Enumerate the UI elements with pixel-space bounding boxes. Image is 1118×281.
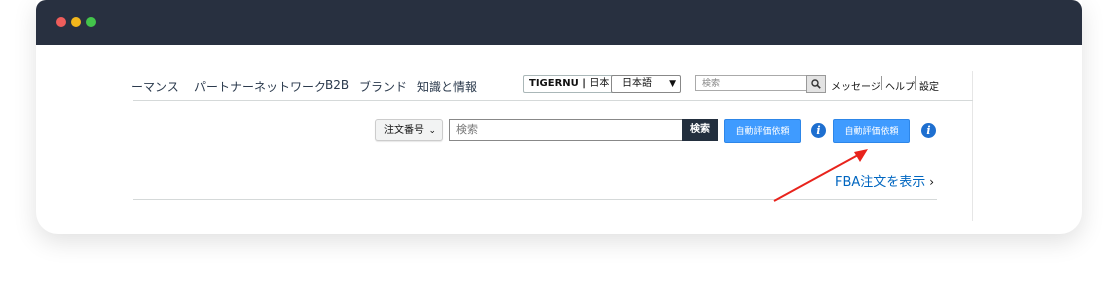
auto-review-request-button-2[interactable]: 自動評価依頼 xyxy=(833,119,910,143)
order-search-input[interactable]: 検索 xyxy=(449,119,683,141)
region-name: 日本 xyxy=(589,78,610,89)
nav-item-performance[interactable]: ーマンス xyxy=(131,78,179,95)
nav-item-b2b[interactable]: B2B xyxy=(325,78,349,92)
browser-window: ーマンス パートナーネットワーク B2B ブランド 知識と情報 TIGERNU … xyxy=(36,0,1082,234)
view-fba-orders-link[interactable]: FBA注文を表示 › xyxy=(835,171,934,190)
info-icon[interactable]: i xyxy=(921,123,936,138)
info-icon[interactable]: i xyxy=(811,123,826,138)
utility-separator xyxy=(881,76,882,90)
order-search-button[interactable]: 検索 xyxy=(682,119,718,141)
chevron-down-icon: ▼ xyxy=(669,79,676,89)
minimize-window-dot[interactable] xyxy=(71,17,81,27)
content-divider xyxy=(133,199,937,200)
top-search-button[interactable] xyxy=(806,75,826,93)
top-search-input[interactable]: 検索 xyxy=(695,75,807,91)
store-name: TIGERNU xyxy=(529,78,579,89)
search-icon xyxy=(811,79,821,89)
order-select-value: 注文番号 xyxy=(384,125,424,136)
help-link[interactable]: ヘルプ xyxy=(885,78,915,93)
messages-link[interactable]: メッセージ xyxy=(831,78,881,93)
nav-item-brand[interactable]: ブランド xyxy=(359,78,407,95)
store-region-selector[interactable]: TIGERNU | 日本 xyxy=(523,75,616,93)
maximize-window-dot[interactable] xyxy=(86,17,96,27)
auto-review-request-button-1[interactable]: 自動評価依頼 xyxy=(724,119,801,143)
order-search-type-select[interactable]: 注文番号 ⌄ xyxy=(375,119,443,141)
nav-divider xyxy=(133,100,973,101)
page-right-border xyxy=(972,71,973,221)
nav-item-knowledge[interactable]: 知識と情報 xyxy=(417,78,477,95)
fba-link-label: FBA注文を表示 xyxy=(835,175,926,190)
settings-link[interactable]: 設定 xyxy=(919,78,939,93)
nav-item-partner-network[interactable]: パートナーネットワーク xyxy=(194,78,326,95)
chevron-right-icon: › xyxy=(929,175,935,189)
window-titlebar xyxy=(36,0,1082,45)
utility-separator xyxy=(915,76,916,90)
language-select-value: 日本語 xyxy=(622,78,652,89)
page-content: ーマンス パートナーネットワーク B2B ブランド 知識と情報 TIGERNU … xyxy=(36,45,1082,234)
chevron-down-icon: ⌄ xyxy=(428,126,436,136)
close-window-dot[interactable] xyxy=(56,17,66,27)
language-select[interactable]: 日本語 ▼ xyxy=(611,75,681,93)
